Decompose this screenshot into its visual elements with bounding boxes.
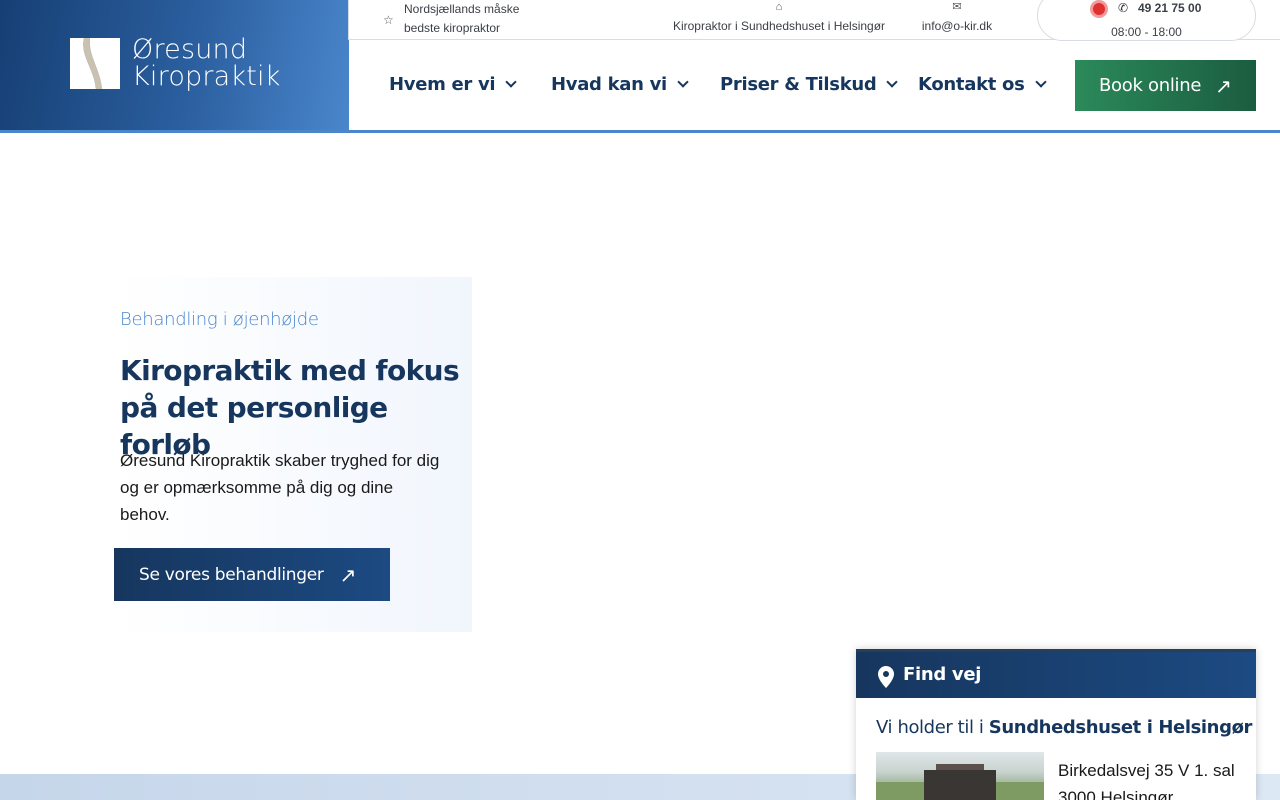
opening-hours: 08:00 - 18:00 [1111, 25, 1182, 39]
building-photo [876, 752, 1044, 800]
see-treatments-button[interactable]: Se vores behandlinger ↗ [114, 548, 390, 601]
address: Birkedalsvej 35 V 1. sal 3000 Helsingør [1058, 757, 1235, 800]
nav-item-label: Priser & Tilskud [720, 74, 877, 95]
see-treatments-label: Se vores behandlinger [139, 564, 324, 585]
status-dot-icon [1090, 0, 1108, 18]
find-vej-title: Find vej [903, 664, 982, 685]
find-vej-panel: Find vej Vi holder til i Sundhedshuset i… [856, 649, 1256, 800]
hero-text: Øresund Kiropraktik skaber tryghed for d… [120, 451, 440, 524]
main-nav: Hvem er vi Hvad kan vi Priser & Tilskud … [349, 40, 1280, 131]
location-text: Kiropraktor i Sundhedshuset i Helsingør [672, 19, 886, 33]
email-link[interactable]: ✉ info@o-kir.dk [921, 0, 993, 36]
nav-item-label: Hvem er vi [389, 74, 496, 95]
tagline: ☆ Nordsjællands måske bedste kiropraktor [383, 0, 558, 38]
hero-eyebrow: Behandling i øjenhøjde [120, 309, 319, 330]
star-icon: ☆ [383, 13, 394, 27]
home-icon: ⌂ [775, 1, 783, 13]
nav-item-label: Kontakt os [918, 74, 1025, 95]
chevron-down-icon [505, 76, 517, 88]
address-line-1: Birkedalsvej 35 V 1. sal [1058, 761, 1235, 780]
find-vej-header[interactable]: Find vej [856, 649, 1256, 698]
phone-icon: ✆ [1118, 1, 1129, 15]
logo-line-1: Øresund [132, 34, 248, 65]
logo-block[interactable]: Øresund Kiropraktik [0, 0, 349, 131]
chevron-down-icon [677, 76, 689, 88]
header-underline [349, 130, 1280, 133]
top-info-bar: ☆ Nordsjællands måske bedste kiropraktor… [348, 0, 1280, 41]
nav-item-priser-tilskud[interactable]: Priser & Tilskud [720, 74, 899, 95]
find-vej-sub-prefix: Vi holder til i [876, 717, 984, 738]
chevron-down-icon [886, 76, 899, 88]
location-link[interactable]: ⌂ Kiropraktor i Sundhedshuset i Helsingø… [669, 0, 889, 36]
find-vej-sub-place: Sundhedshuset i Helsingør [988, 717, 1253, 738]
chevron-down-icon [1034, 76, 1047, 88]
book-online-label: Book online [1099, 75, 1202, 96]
email-text: info@o-kir.dk [921, 19, 993, 33]
header-underline-left [0, 130, 349, 133]
phone-number: 49 21 75 00 [1138, 1, 1202, 15]
tagline-text: Nordsjællands måske bedste kiropraktor [404, 2, 520, 35]
logo-mark-icon [70, 38, 120, 89]
nav-item-label: Hvad kan vi [551, 74, 667, 95]
nav-item-kontakt-os[interactable]: Kontakt os [918, 74, 1047, 95]
logo-line-2: Kiropraktik [132, 61, 281, 92]
phone-pill[interactable]: ✆ 49 21 75 00 08:00 - 18:00 [1037, 0, 1256, 41]
nav-item-hvad-kan-vi[interactable]: Hvad kan vi [551, 74, 689, 95]
find-vej-subtitle: Vi holder til i Sundhedshuset i Helsingø… [876, 717, 1252, 738]
map-pin-icon [878, 666, 894, 688]
book-online-button[interactable]: Book online ↗ [1075, 60, 1256, 111]
nav-item-hvem-er-vi[interactable]: Hvem er vi [389, 74, 517, 95]
arrow-up-right-icon: ↗ [339, 562, 357, 587]
mail-icon: ✉ [952, 1, 962, 13]
logo-text: Øresund Kiropraktik [132, 36, 281, 90]
arrow-up-right-icon: ↗ [1215, 73, 1232, 98]
address-line-2: 3000 Helsingør [1058, 788, 1174, 800]
